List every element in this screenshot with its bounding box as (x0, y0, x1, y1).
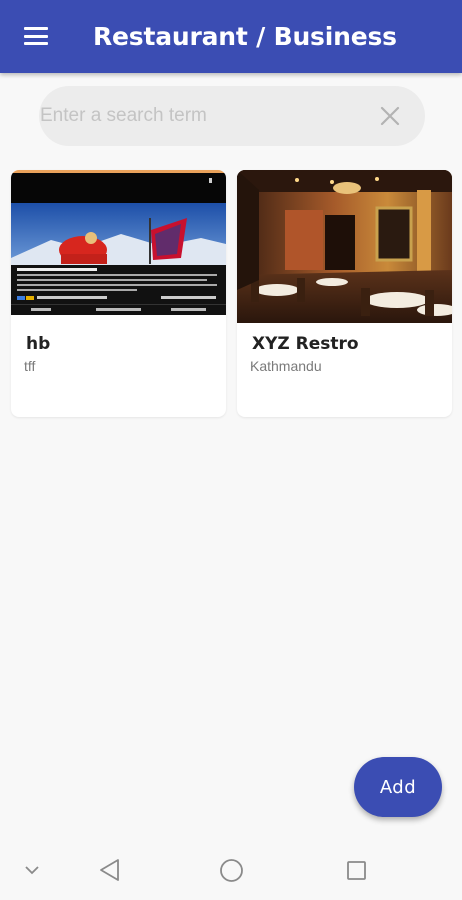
card-subtitle: tff (24, 358, 36, 374)
business-card[interactable]: XYZ Restro Kathmandu (237, 170, 452, 417)
card-image (237, 170, 452, 323)
chevron-down-icon[interactable] (24, 864, 40, 876)
hamburger-menu-icon[interactable] (22, 24, 50, 48)
recents-square-icon[interactable] (346, 860, 367, 881)
back-triangle-icon[interactable] (98, 858, 122, 882)
card-image (11, 170, 226, 323)
add-button[interactable]: Add (354, 757, 442, 817)
app-bar: Restaurant / Business (0, 0, 462, 73)
business-card[interactable]: hb tff (11, 170, 226, 417)
card-title: hb (26, 334, 51, 354)
card-title: XYZ Restro (252, 334, 359, 354)
close-icon[interactable] (378, 104, 402, 128)
card-subtitle: Kathmandu (250, 358, 322, 374)
search-bar (39, 86, 425, 146)
search-input[interactable] (39, 86, 369, 146)
system-nav-bar (0, 840, 462, 900)
page-title: Restaurant / Business (93, 22, 397, 51)
home-circle-icon[interactable] (219, 858, 244, 883)
